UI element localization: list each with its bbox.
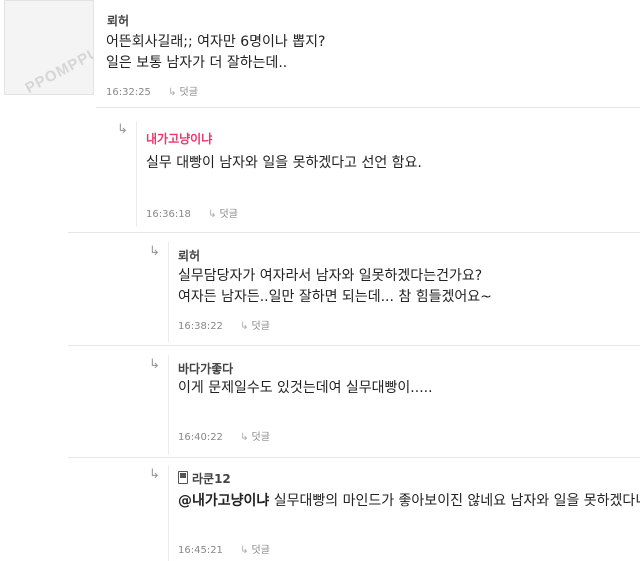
comment-divider [68,232,640,233]
comment-divider [96,107,640,108]
comment-text-line: 일은 보통 남자가 더 잘하는데.. [106,55,288,71]
reply-arrow-icon: ↳ [168,87,177,98]
comment-author[interactable]: 라쿤12 [178,470,231,487]
comment-meta: 16:40:22 ↳ 덧글 [178,428,270,443]
reply-button[interactable]: ↳ 덧글 [240,432,270,443]
comment-border [136,121,137,227]
reply-label: 덧글 [251,321,270,332]
reply-button[interactable]: ↳ 덧글 [168,87,198,98]
mention-link[interactable]: @내가고냥이냐 [178,493,269,509]
comment-meta: 16:32:25 ↳ 덧글 [106,83,198,98]
comment-time: 16:36:18 [146,209,191,220]
svg-text:PPOMPPU: PPOMPPU [22,44,93,94]
reply-arrow-icon: ↳ [240,545,249,556]
comment-text-line: 실무담당자가 여자라서 남자와 일못하겠다는건가요? [178,268,483,284]
reply-label: 덧글 [219,209,238,220]
comment-border [168,242,169,342]
comment-text-line: 실무 대빵이 남자와 일을 못하겠다고 선언 함요. [146,155,422,171]
comment-text-line: 어뜬회사길래;; 여자만 6명이나 뽑지? [106,34,326,50]
avatar: PPOMPPU [4,0,94,95]
comment-meta: 16:36:18 ↳ 덧글 [146,205,238,220]
reply-label: 덧글 [179,87,198,98]
reply-indent-icon: ↳ [149,467,160,482]
comment-text: 실무대빵의 마인드가 좋아보이진 않네요 남자와 일을 못하겠다니... [269,493,640,509]
comment-author[interactable]: 바다가좋다 [178,360,233,377]
comment-meta: 16:38:22 ↳ 덧글 [178,317,270,332]
comment-author[interactable]: 뢰허 [178,247,200,264]
comment-border [168,355,169,455]
comment-border [168,465,169,561]
comment-meta: 16:45:21 ↳ 덧글 [178,541,270,556]
comment-text-line: 이게 문제일수도 있것는데여 실무대빵이..... [178,380,433,396]
comment-divider [68,345,640,346]
comment-author[interactable]: 뢰허 [107,12,129,29]
reply-indent-icon: ↳ [149,357,160,372]
comment-author-name: 라쿤12 [192,472,231,486]
reply-button[interactable]: ↳ 덧글 [240,321,270,332]
comment-divider [68,457,640,458]
ppomppu-logo-avatar: PPOMPPU [22,44,93,94]
reply-label: 덧글 [251,545,270,556]
reply-arrow-icon: ↳ [208,209,217,220]
comment-text-line: 여자든 남자든..일만 잘하면 되는데... 참 힘들겠어요~ [178,289,492,305]
reply-arrow-icon: ↳ [240,321,249,332]
reply-arrow-icon: ↳ [240,432,249,443]
reply-indent-icon: ↳ [149,244,160,259]
comment-time: 16:40:22 [178,432,223,443]
reply-button[interactable]: ↳ 덧글 [240,545,270,556]
phone-icon [178,471,188,484]
comment-author[interactable]: 내가고냥이냐 [146,130,212,147]
comment-time: 16:32:25 [106,87,151,98]
reply-indent-icon: ↳ [117,122,128,137]
reply-button[interactable]: ↳ 덧글 [208,209,238,220]
comment-time: 16:45:21 [178,545,223,556]
comment-time: 16:38:22 [178,321,223,332]
reply-label: 덧글 [251,432,270,443]
comment-text-line: @내가고냥이냐 실무대빵의 마인드가 좋아보이진 않네요 남자와 일을 못하겠다… [178,491,640,512]
